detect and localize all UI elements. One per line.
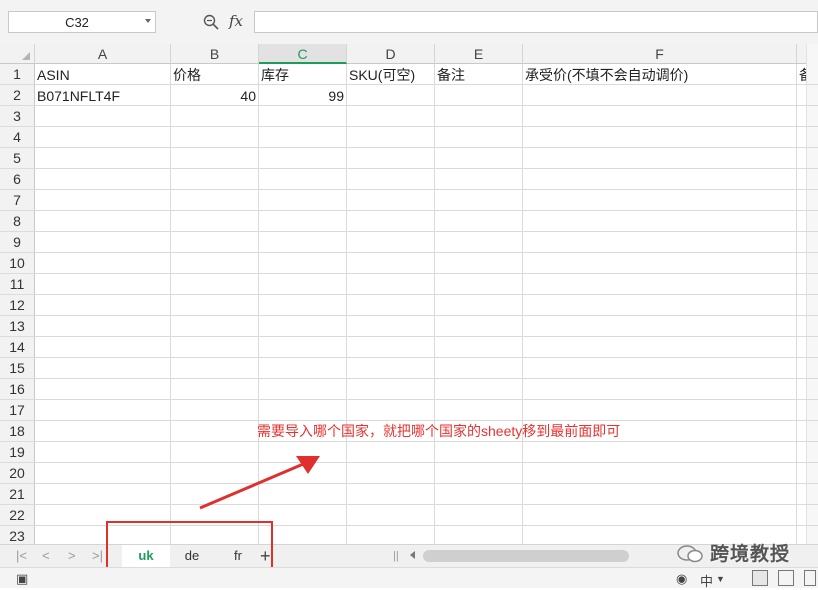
column-header-e[interactable]: E	[435, 44, 523, 64]
row-header[interactable]: 19	[0, 442, 35, 463]
row-header[interactable]: 13	[0, 316, 35, 337]
row-header[interactable]: 18	[0, 421, 35, 442]
row-header[interactable]: 6	[0, 169, 35, 190]
row-header[interactable]: 14	[0, 337, 35, 358]
page-layout-button[interactable]	[778, 570, 794, 586]
row-header[interactable]: 21	[0, 484, 35, 505]
grid-line	[35, 399, 818, 400]
cell-c1[interactable]: 库存	[261, 65, 289, 85]
grid-line	[35, 84, 818, 85]
cell-c2[interactable]: 99	[259, 86, 344, 106]
eye-icon[interactable]: ◉	[676, 571, 687, 587]
scroll-left-icon[interactable]	[410, 551, 415, 559]
grid-line	[35, 189, 818, 190]
row-header[interactable]: 9	[0, 232, 35, 253]
grid-line	[35, 441, 818, 442]
grid-line	[35, 294, 818, 295]
grid-line	[35, 147, 818, 148]
cell-a1[interactable]: ASIN	[37, 65, 70, 85]
column-header-a[interactable]: A	[35, 44, 171, 64]
grid-line	[35, 126, 818, 127]
row-header[interactable]: 7	[0, 190, 35, 211]
row-header[interactable]: 23	[0, 526, 35, 544]
last-sheet-icon[interactable]: >|	[92, 549, 103, 563]
input-language[interactable]: 中	[700, 571, 713, 590]
grid-line	[35, 462, 818, 463]
next-sheet-icon[interactable]: >	[68, 549, 76, 563]
status-bar: ▣ ◉ 中 ▼	[0, 567, 818, 590]
grid-line	[796, 64, 797, 544]
cell-a2[interactable]: B071NFLT4F	[37, 86, 120, 106]
row-header[interactable]: 22	[0, 505, 35, 526]
select-all-corner[interactable]	[0, 44, 35, 64]
chevron-down-icon[interactable]: ▼	[716, 574, 725, 584]
name-box[interactable]: C32	[8, 11, 156, 33]
grid-line	[35, 483, 818, 484]
watermark-text: 跨境教授	[710, 544, 791, 565]
formula-input[interactable]	[254, 11, 818, 33]
normal-view-button[interactable]	[752, 570, 768, 586]
scroll-splitter[interactable]: ||	[393, 550, 399, 562]
first-sheet-icon[interactable]: |<	[16, 549, 27, 563]
spreadsheet-grid[interactable]: A B C D E F ASIN 价格 库存 SKU(可空) 备注 承受价(不填…	[0, 44, 818, 544]
annotation-arrow	[199, 456, 320, 510]
grid-line	[35, 378, 818, 379]
column-header-b[interactable]: B	[171, 44, 259, 64]
row-header[interactable]: 20	[0, 463, 35, 484]
cell-b1[interactable]: 价格	[173, 65, 201, 85]
grid-line	[35, 315, 818, 316]
row-header[interactable]: 17	[0, 400, 35, 421]
grid-line	[170, 64, 171, 544]
cell-f1[interactable]: 承受价(不填不会自动调价)	[525, 65, 688, 85]
chevron-down-icon[interactable]	[145, 19, 151, 23]
row-header[interactable]: 15	[0, 358, 35, 379]
grid-line	[35, 168, 818, 169]
row-header[interactable]: 5	[0, 148, 35, 169]
grid-line	[522, 64, 523, 544]
row-header[interactable]: 1	[0, 64, 35, 85]
cell-d1[interactable]: SKU(可空)	[349, 65, 415, 85]
row-header[interactable]: 4	[0, 127, 35, 148]
grid-line	[346, 64, 347, 544]
cell-b2[interactable]: 40	[171, 86, 256, 106]
fx-icon[interactable]: fx	[229, 12, 243, 30]
grid-line	[35, 105, 818, 106]
formula-toolbar: C32 fx	[0, 0, 818, 45]
row-header[interactable]: 16	[0, 379, 35, 400]
grid-line	[35, 252, 818, 253]
horizontal-scroll-thumb[interactable]	[423, 550, 629, 562]
prev-sheet-icon[interactable]: <	[42, 549, 50, 563]
row-header[interactable]: 12	[0, 295, 35, 316]
grid-line	[35, 273, 818, 274]
grid-line	[434, 64, 435, 544]
name-box-value: C32	[65, 15, 89, 30]
zoom-icon[interactable]	[203, 14, 219, 30]
column-header-c[interactable]: C	[259, 44, 347, 64]
grid-line	[35, 210, 818, 211]
row-header[interactable]: 10	[0, 253, 35, 274]
grid-line	[35, 336, 818, 337]
row-header[interactable]: 8	[0, 211, 35, 232]
column-header-d[interactable]: D	[347, 44, 435, 64]
macro-icon[interactable]: ▣	[16, 571, 28, 587]
grid-line	[35, 231, 818, 232]
row-header[interactable]: 11	[0, 274, 35, 295]
cell-e1[interactable]: 备注	[437, 65, 465, 85]
row-header[interactable]: 2	[0, 85, 35, 106]
grid-line	[35, 357, 818, 358]
column-header-f[interactable]: F	[523, 44, 797, 64]
row-header[interactable]: 3	[0, 106, 35, 127]
grid-line	[35, 504, 818, 505]
wechat-icon	[677, 545, 703, 563]
annotation-text: 需要导入哪个国家，就把哪个国家的sheety移到最前面即可	[257, 423, 621, 439]
page-break-button[interactable]	[804, 570, 816, 586]
